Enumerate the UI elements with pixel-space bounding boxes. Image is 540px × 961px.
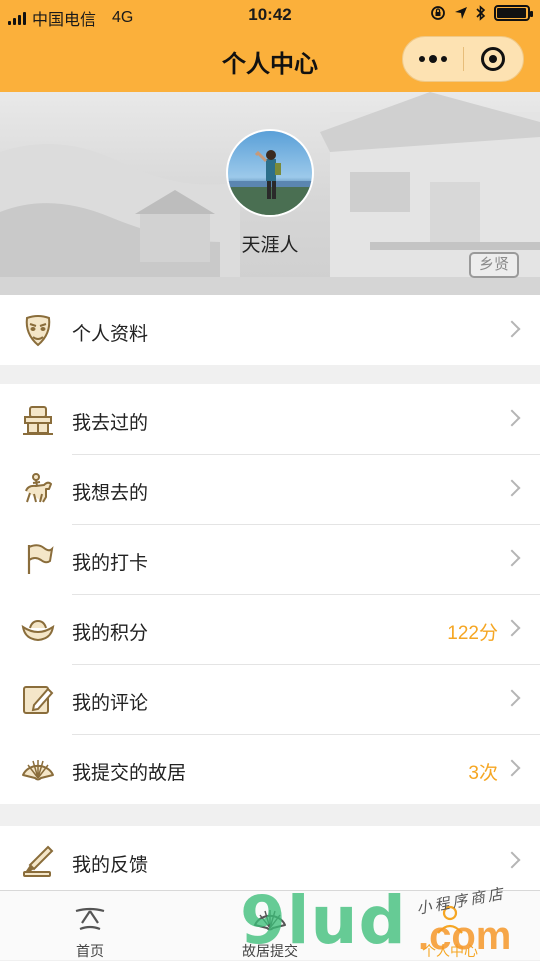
menu-item-want-to-go[interactable]: 我想去的 [0,454,540,524]
gold-ingot-icon [21,619,55,642]
mini-program-capsule [402,36,524,82]
chevron-right-icon [503,320,521,338]
points-value: 122分 [447,623,498,644]
menu-item-label: 我提交的故居 [72,763,187,784]
chevron-right-icon [503,851,521,869]
menu-group-profile: 个人资料 [0,295,540,365]
more-button[interactable] [403,37,463,81]
menu-item-profile-info[interactable]: 个人资料 [0,295,540,365]
menu-item-comments[interactable]: 我的评论 [0,664,540,734]
tab-bar: 首页 故居提交 个人中心 [0,890,540,960]
tab-label: 故居提交 [242,943,298,959]
more-dots-icon [418,55,447,63]
profile-icon [437,905,463,934]
avatar-photo-image [228,150,312,215]
fan-icon [254,910,286,931]
profile-header: 天涯人 乡贤 [0,92,540,295]
status-badge: 乡贤 [469,252,519,278]
gate-icon [23,406,53,435]
menu-item-label: 我的评论 [72,693,149,714]
menu-item-visited[interactable]: 我去过的 [0,384,540,454]
status-right [430,5,533,21]
chevron-right-icon [503,479,521,497]
tab-home[interactable]: 首页 [0,891,180,961]
chevron-right-icon [503,759,521,777]
chevron-right-icon [503,549,521,567]
username: 天涯人 [241,235,299,256]
opera-mask-icon [25,315,51,347]
location-icon [455,7,467,19]
chevron-right-icon [503,689,521,707]
bluetooth-icon [476,5,486,21]
menu-item-submitted-residences[interactable]: 我提交的故居 3次 [0,734,540,804]
menu-item-label: 我想去的 [72,483,149,504]
menu-group-activity: 我去过的 我想去的 我的打卡 我的积分 122分 我的评论 我提交的故居 3次 [0,384,540,804]
submission-count: 3次 [468,763,498,784]
navigation-bar: 个人中心 [0,30,540,92]
tab-residence-submit[interactable]: 故居提交 [180,891,360,961]
menu-item-feedback[interactable]: 我的反馈 [0,826,540,896]
status-bar: 中国电信 4G 10:42 [0,0,540,30]
menu-group-feedback: 我的反馈 [0,826,540,896]
tab-label: 首页 [76,943,104,959]
horse-rider-icon [25,473,52,503]
fan-icon [22,760,54,781]
brush-icon [23,845,54,877]
menu-item-label: 我去过的 [72,413,149,434]
menu-item-label: 我的打卡 [72,553,149,574]
target-icon [481,47,506,71]
home-icon [75,907,105,931]
close-mini-program-button[interactable] [463,37,523,81]
avatar[interactable] [226,129,314,217]
chevron-right-icon [503,619,521,637]
menu-item-check-in[interactable]: 我的打卡 [0,524,540,594]
menu-item-label: 我的反馈 [72,855,149,876]
chevron-right-icon [503,409,521,427]
battery-icon [494,5,533,21]
menu-item-label: 个人资料 [72,324,149,345]
tab-label: 个人中心 [422,943,478,959]
flag-icon [27,544,54,574]
menu-item-points[interactable]: 我的积分 122分 [0,594,540,664]
edit-note-icon [23,686,54,714]
orientation-lock-icon [431,6,445,20]
tab-personal-center[interactable]: 个人中心 [360,891,540,961]
menu-item-label: 我的积分 [72,623,149,644]
